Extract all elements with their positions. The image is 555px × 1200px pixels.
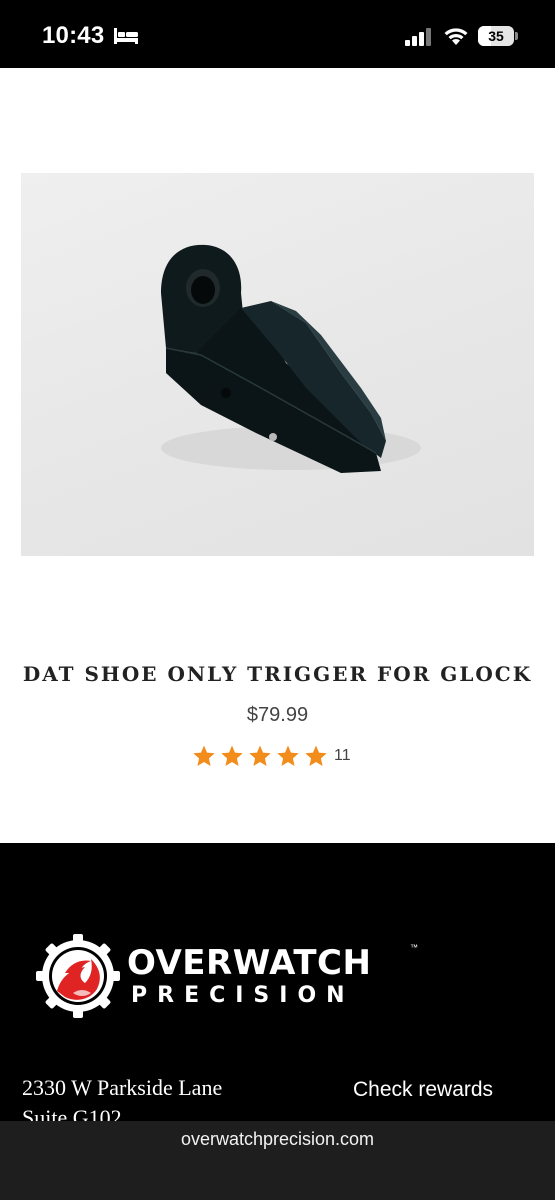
logo-trademark: ™	[410, 943, 418, 952]
trigger-image	[161, 244, 421, 473]
wifi-icon	[444, 28, 468, 45]
address-line-1: 2330 W Parkside Lane	[22, 1075, 223, 1100]
product-card[interactable]: DAT SHOE ONLY TRIGGER FOR GLOCK $79.99 1…	[0, 68, 555, 843]
rating[interactable]: 11	[192, 744, 351, 768]
star-icon	[304, 744, 328, 768]
star-icon	[192, 744, 216, 768]
status-time: 10:43	[42, 22, 105, 49]
battery-level: 35	[488, 28, 504, 44]
status-bar: 10:43 35	[0, 0, 555, 68]
brand-logo[interactable]: OVERWATCH ™ PRECISION	[35, 933, 425, 1019]
star-icon	[248, 744, 272, 768]
check-rewards-button[interactable]: Check rewards	[335, 1075, 511, 1105]
battery-icon: 35	[478, 26, 518, 46]
product-title[interactable]: DAT SHOE ONLY TRIGGER FOR GLOCK	[0, 662, 555, 686]
logo-wordmark-precision: PRECISION	[131, 983, 355, 1008]
product-image[interactable]	[21, 173, 534, 556]
review-count: 11	[334, 747, 351, 764]
signal-icon	[405, 28, 431, 46]
star-icon	[220, 744, 244, 768]
url-text[interactable]: overwatchprecision.com	[0, 1129, 555, 1150]
product-price: $79.99	[246, 704, 309, 726]
logo-wordmark-overwatch: OVERWATCH	[127, 943, 372, 983]
gear-logo-icon	[36, 934, 120, 1018]
browser-url-bar[interactable]: overwatchprecision.com	[0, 1121, 555, 1200]
bed-icon	[114, 28, 138, 44]
star-icon	[276, 744, 300, 768]
